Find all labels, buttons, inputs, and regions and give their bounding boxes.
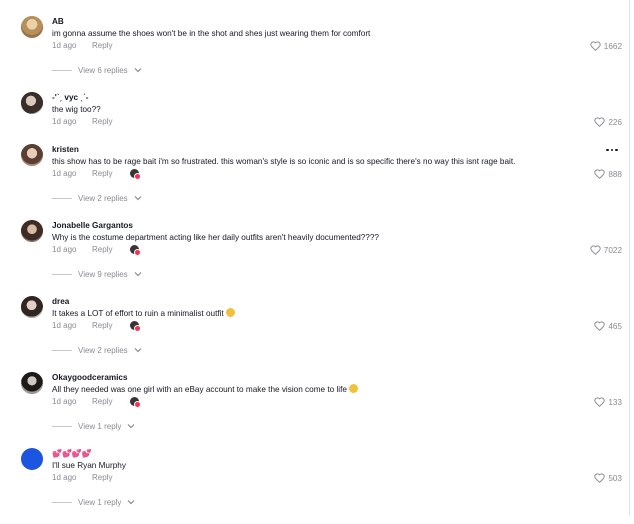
more-options-icon[interactable]	[606, 147, 620, 153]
comment-username[interactable]: Jonabelle Gargantos	[52, 220, 133, 231]
like-count: 1662	[603, 41, 622, 51]
comment-item: AB im gonna assume the shoes won't be in…	[0, 16, 629, 92]
avatar[interactable]	[21, 16, 43, 38]
avatar[interactable]	[21, 372, 43, 394]
reply-button[interactable]: Reply	[92, 116, 112, 128]
divider	[52, 425, 72, 427]
chevron-down-icon	[134, 196, 142, 201]
comment-text: I'll sue Ryan Murphy	[52, 461, 126, 470]
comment-time: 1d ago	[52, 321, 77, 330]
hearts-username: 💕💕💕💕	[52, 448, 92, 459]
comment-text-content: All they needed was one girl with an eBa…	[52, 385, 347, 394]
comment-text: It takes a LOT of effort to ruin a minim…	[52, 308, 235, 319]
username-text: 💕💕💕💕	[52, 449, 92, 458]
comment-text: Why is the costume department acting lik…	[52, 233, 379, 242]
smiling-face-emoji-icon	[225, 308, 235, 317]
comment-time: 1d ago	[52, 397, 77, 406]
comment-text: the wig too??	[52, 105, 101, 114]
view-replies-button[interactable]: View 6 replies	[52, 64, 142, 76]
like-button[interactable]: 7022	[590, 243, 622, 257]
like-button[interactable]: 226	[594, 115, 622, 129]
view-replies-button[interactable]: View 1 reply	[52, 420, 135, 432]
comment-username[interactable]: AB	[52, 16, 64, 27]
comment-time: 1d ago	[52, 117, 77, 126]
view-replies-label: View 1 reply	[78, 421, 122, 431]
comment-username[interactable]: kristen	[52, 144, 79, 155]
avatar[interactable]	[21, 220, 43, 242]
comment-item: Okaygoodceramics All they needed was one…	[0, 372, 629, 448]
divider	[52, 197, 72, 199]
chevron-down-icon	[134, 68, 142, 73]
comments-list: AB im gonna assume the shoes won't be in…	[0, 0, 629, 515]
comment-time: 1d ago	[52, 473, 77, 482]
comment-username[interactable]: -'ˋˏ vyc ˎˊ-	[52, 92, 89, 103]
chevron-down-icon	[134, 348, 142, 353]
comment-text: All they needed was one girl with an eBa…	[52, 384, 358, 395]
reply-button[interactable]: Reply	[92, 40, 112, 52]
like-count: 503	[608, 473, 622, 483]
heart-outline-icon	[590, 245, 601, 255]
creator-liked-badge	[130, 169, 141, 180]
view-replies-label: View 2 replies	[78, 345, 128, 355]
crying-face-emoji-icon	[348, 384, 358, 393]
comment-item: 💕💕💕💕 I'll sue Ryan Murphy 1d ago Reply 5…	[0, 448, 629, 524]
avatar[interactable]	[21, 296, 43, 318]
view-replies-label: View 6 replies	[78, 65, 128, 75]
comment-time: 1d ago	[52, 41, 77, 50]
comment-item: kristen this show has to be rage bait i'…	[0, 144, 629, 220]
reply-button[interactable]: Reply	[92, 244, 112, 256]
chevron-down-icon	[134, 272, 142, 277]
heart-outline-icon	[594, 473, 605, 483]
divider	[52, 69, 72, 71]
comment-text-content: It takes a LOT of effort to ruin a minim…	[52, 309, 224, 318]
heart-outline-icon	[594, 169, 605, 179]
comment-username[interactable]: Okaygoodceramics	[52, 372, 128, 383]
avatar[interactable]	[21, 448, 43, 470]
like-button[interactable]: 888	[594, 167, 622, 181]
heart-outline-icon	[594, 321, 605, 331]
chevron-down-icon	[128, 424, 135, 429]
view-replies-button[interactable]: View 1 reply	[52, 496, 135, 508]
view-replies-label: View 9 replies	[78, 269, 128, 279]
view-replies-button[interactable]: View 2 replies	[52, 344, 142, 356]
creator-liked-badge	[130, 397, 141, 408]
like-count: 133	[608, 397, 622, 407]
like-count: 7022	[603, 245, 622, 255]
like-button[interactable]: 465	[594, 319, 622, 333]
view-replies-button[interactable]: View 9 replies	[52, 268, 142, 280]
avatar[interactable]	[21, 92, 43, 114]
view-replies-label: View 1 reply	[78, 497, 122, 507]
like-button[interactable]: 503	[594, 471, 622, 485]
reply-button[interactable]: Reply	[92, 320, 112, 332]
like-button[interactable]: 1662	[590, 39, 622, 53]
reply-button[interactable]: Reply	[92, 168, 112, 180]
like-count: 226	[608, 117, 622, 127]
heart-outline-icon	[594, 397, 605, 407]
heart-outline-icon	[590, 41, 601, 51]
reply-button[interactable]: Reply	[92, 396, 112, 408]
chevron-down-icon	[128, 500, 135, 505]
creator-liked-badge	[130, 321, 141, 332]
reply-button[interactable]: Reply	[92, 472, 112, 484]
divider	[52, 349, 72, 351]
comment-text: this show has to be rage bait i'm so fru…	[52, 157, 516, 166]
creator-liked-badge	[130, 245, 141, 256]
comment-item: Jonabelle Gargantos Why is the costume d…	[0, 220, 629, 296]
panel-edge-divider	[629, 0, 630, 515]
like-button[interactable]: 133	[594, 395, 622, 409]
view-replies-button[interactable]: View 2 replies	[52, 192, 142, 204]
comment-text: im gonna assume the shoes won't be in th…	[52, 29, 371, 38]
comment-item: drea It takes a LOT of effort to ruin a …	[0, 296, 629, 372]
comment-time: 1d ago	[52, 245, 77, 254]
avatar[interactable]	[21, 144, 43, 166]
view-replies-label: View 2 replies	[78, 193, 128, 203]
heart-outline-icon	[594, 117, 605, 127]
like-count: 465	[608, 321, 622, 331]
comment-username[interactable]: 💕💕💕💕	[52, 448, 92, 459]
like-count: 888	[608, 169, 622, 179]
divider	[52, 501, 72, 503]
comment-time: 1d ago	[52, 169, 77, 178]
divider	[52, 273, 72, 275]
comment-username[interactable]: drea	[52, 296, 69, 307]
